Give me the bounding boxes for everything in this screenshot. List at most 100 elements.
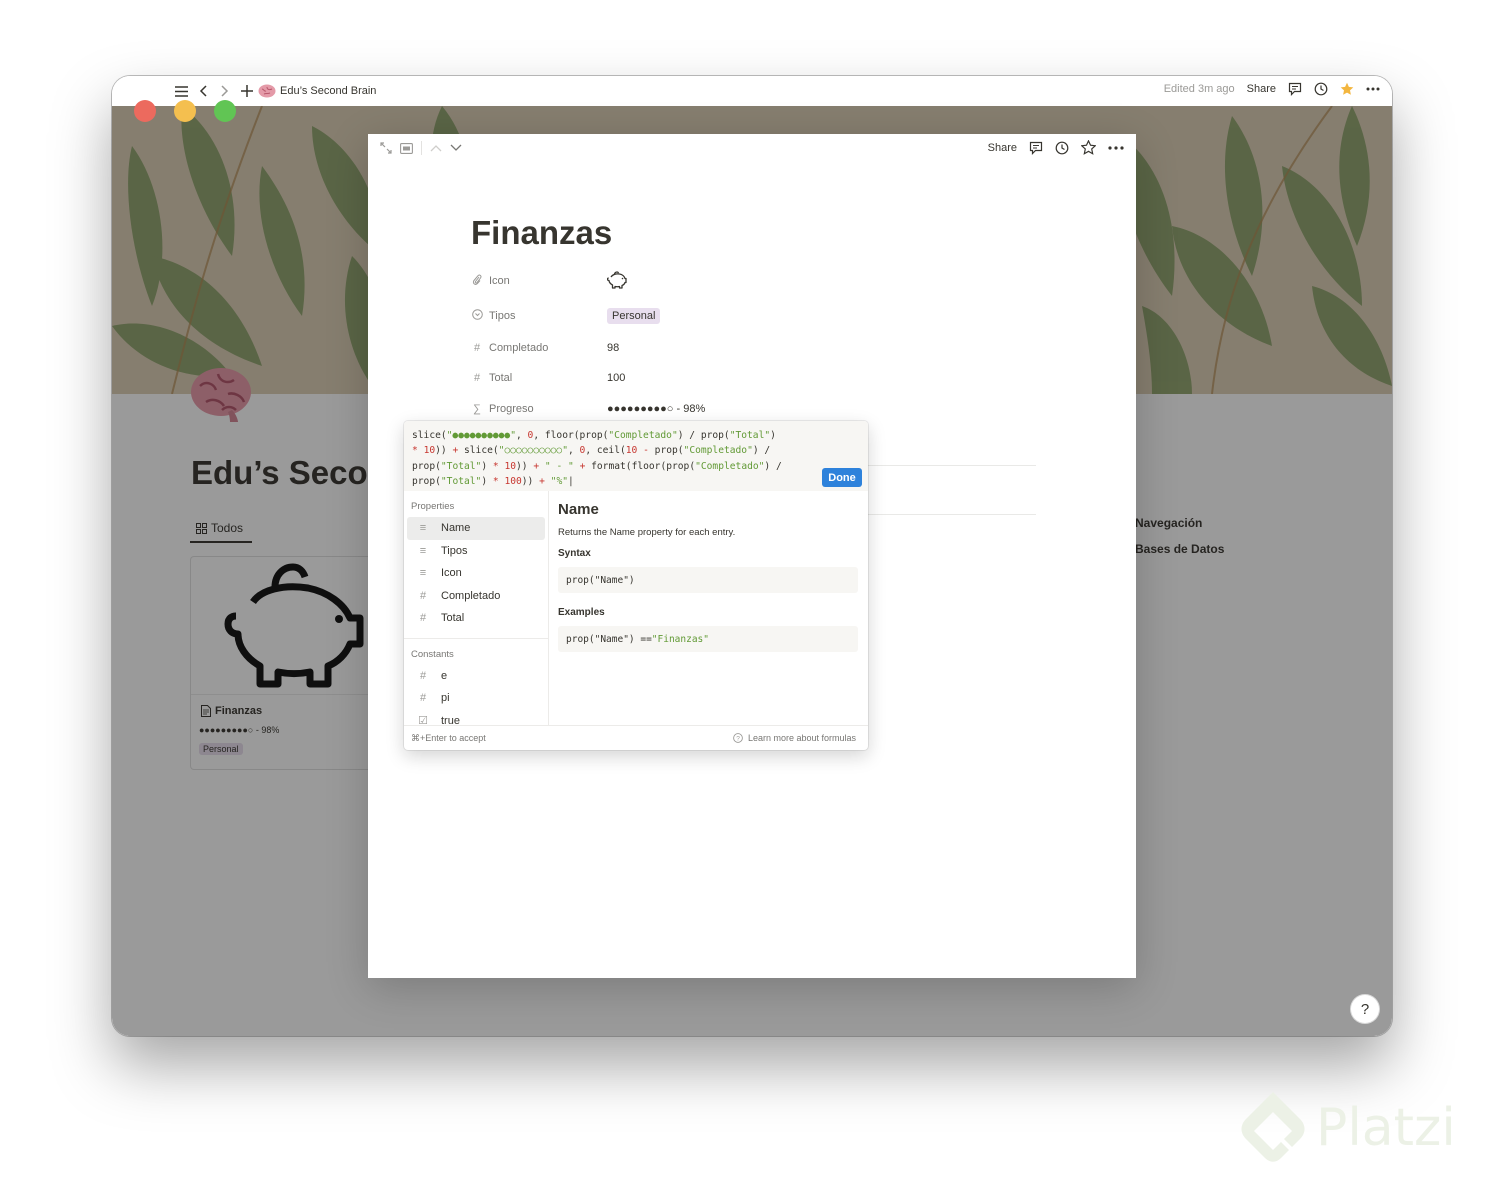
app-window: Edu’s Second Brain Edited 3m ago Share E… — [112, 76, 1392, 1036]
help-button[interactable]: ? — [1350, 994, 1380, 1024]
help-circle-icon: ? — [733, 733, 743, 743]
formula-item-icon[interactable]: ≡ Icon — [407, 562, 545, 585]
history-icon[interactable] — [1055, 141, 1069, 155]
number-icon: # — [419, 612, 427, 625]
properties-section-label: Properties — [411, 501, 455, 512]
platzi-watermark: Platzi — [1238, 1088, 1456, 1168]
formula-item-true[interactable]: ☑ true — [407, 710, 545, 725]
property-row-progreso[interactable]: ∑ Progreso ●●●●●●●●●○ - 98% — [471, 396, 1041, 422]
formula-item-label: Tipos — [441, 544, 468, 557]
examples-label: Examples — [558, 607, 605, 618]
property-name: Tipos — [471, 309, 607, 323]
svg-text:?: ? — [736, 735, 740, 742]
breadcrumb-label: Edu’s Second Brain — [280, 84, 377, 97]
property-name: Icon — [471, 274, 607, 289]
formula-item-total[interactable]: # Total — [407, 607, 545, 630]
property-name: # Total — [471, 372, 607, 384]
modal-toolbar-left — [380, 141, 462, 155]
detail-title: Name — [558, 501, 599, 518]
chevron-down-icon[interactable] — [450, 144, 462, 152]
more-icon[interactable] — [1108, 145, 1124, 150]
formula-item-e[interactable]: # e — [407, 665, 545, 688]
formula-item-completado[interactable]: # Completado — [407, 585, 545, 608]
example-code-prefix: prop("Name") == — [566, 633, 652, 645]
number-icon: # — [419, 589, 427, 602]
formula-item-label: e — [441, 669, 448, 682]
property-label: Progreso — [489, 403, 534, 415]
chevron-up-icon[interactable] — [430, 144, 442, 152]
menu-icon[interactable] — [172, 82, 190, 100]
formula-item-tipos[interactable]: ≡ Tipos — [407, 540, 545, 563]
peek-mode-icon[interactable] — [400, 142, 413, 154]
property-label: Total — [489, 372, 513, 384]
comment-icon[interactable] — [1288, 82, 1302, 96]
close-window-button[interactable] — [134, 100, 156, 122]
property-name: ∑ Progreso — [471, 403, 607, 415]
property-label: Completado — [489, 342, 549, 354]
modal-toolbar-right: Share — [988, 140, 1124, 155]
property-value[interactable]: ●●●●●●●●●○ - 98% — [607, 403, 705, 415]
property-row-tipos[interactable]: Tipos Personal — [471, 303, 1041, 329]
number-icon: # — [419, 692, 427, 705]
number-icon: # — [473, 372, 481, 384]
brain-icon — [258, 84, 276, 98]
property-row-icon[interactable]: Icon — [471, 268, 1041, 294]
page-title[interactable]: Finanzas — [471, 214, 612, 252]
property-value[interactable]: Personal — [607, 308, 661, 324]
toolbar-separator — [421, 141, 422, 155]
more-icon[interactable] — [1366, 87, 1380, 91]
tag-personal: Personal — [607, 308, 661, 324]
formula-item-label: Name — [441, 522, 471, 535]
text-icon: ≡ — [419, 567, 427, 580]
property-value[interactable] — [606, 270, 627, 292]
forward-arrow-icon[interactable] — [216, 82, 234, 100]
expand-icon[interactable] — [380, 142, 392, 154]
accept-hint: ⌘+Enter to accept — [411, 733, 486, 743]
comment-icon[interactable] — [1029, 141, 1043, 155]
formula-item-label: Total — [441, 612, 465, 625]
back-arrow-icon[interactable] — [194, 82, 212, 100]
formula-item-pi[interactable]: # pi — [407, 687, 545, 710]
paperclip-icon — [471, 274, 483, 289]
formula-item-label: Icon — [441, 567, 462, 580]
done-button[interactable]: Done — [822, 468, 862, 487]
number-icon: # — [419, 669, 427, 682]
detail-description: Returns the Name property for each entry… — [558, 527, 736, 538]
formula-input[interactable]: slice("●●●●●●●●●●", 0, floor(prop("Compl… — [404, 421, 868, 491]
topbar-actions: Edited 3m ago Share — [1164, 82, 1380, 96]
formula-item-name[interactable]: ≡ Name — [407, 517, 545, 540]
favorite-star-icon[interactable] — [1340, 82, 1354, 96]
favorite-star-icon[interactable] — [1081, 140, 1096, 155]
formula-item-label: true — [441, 714, 460, 725]
example-code-value: "Finanzas" — [651, 633, 709, 645]
property-label: Icon — [489, 275, 510, 287]
text-icon: ≡ — [419, 544, 427, 557]
property-row-completado[interactable]: # Completado 98 — [471, 335, 1041, 361]
example-code: prop("Name") == "Finanzas" — [558, 626, 858, 652]
formula-detail-panel: Name Returns the Name property for each … — [558, 501, 858, 652]
text-icon: ≡ — [419, 522, 427, 535]
formula-item-label: pi — [441, 692, 450, 705]
platzi-logo-icon — [1241, 1092, 1305, 1162]
minimize-window-button[interactable] — [174, 100, 196, 122]
share-button[interactable]: Share — [1247, 83, 1276, 95]
app-topbar: Edu’s Second Brain Edited 3m ago Share — [112, 76, 1392, 106]
new-page-icon[interactable] — [238, 82, 256, 100]
property-row-total[interactable]: # Total 100 — [471, 365, 1041, 391]
formula-reference-list: Properties ≡ Name ≡ Tipos ≡ Icon # Compl… — [404, 491, 549, 725]
select-icon — [471, 309, 483, 323]
history-icon[interactable] — [1314, 82, 1328, 96]
property-value[interactable]: 100 — [607, 372, 625, 384]
modal-share-button[interactable]: Share — [988, 142, 1017, 154]
zoom-window-button[interactable] — [214, 100, 236, 122]
property-value[interactable]: 98 — [607, 342, 619, 354]
learn-more-link[interactable]: ? Learn more about formulas — [733, 733, 856, 743]
syntax-code: prop("Name") — [558, 567, 858, 593]
property-label: Tipos — [489, 310, 516, 322]
formula-editor: slice("●●●●●●●●●●", 0, floor(prop("Compl… — [404, 421, 868, 750]
breadcrumb[interactable]: Edu’s Second Brain — [258, 83, 376, 98]
property-name: # Completado — [471, 342, 607, 354]
edited-status: Edited 3m ago — [1163, 83, 1235, 95]
watermark-text: Platzi — [1316, 1098, 1456, 1158]
constants-section-label: Constants — [411, 648, 454, 660]
